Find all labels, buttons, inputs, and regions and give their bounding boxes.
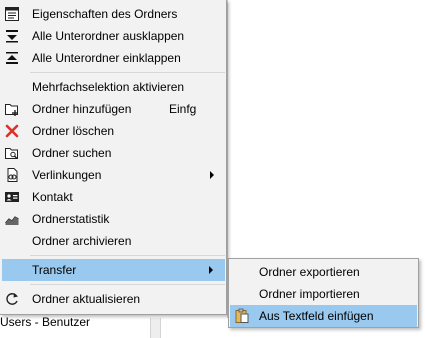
properties-icon xyxy=(4,6,20,22)
context-menu: Eigenschaften des Ordners Alle Unterordn… xyxy=(0,0,227,315)
menu-item-search-folder[interactable]: Ordner suchen xyxy=(0,142,226,164)
menu-item-delete-folder[interactable]: Ordner löschen xyxy=(0,120,226,142)
menu-separator xyxy=(30,255,225,256)
menu-item-label: Verlinkungen xyxy=(32,168,102,182)
menu-item-label: Alle Unterordner einklappen xyxy=(32,51,181,65)
menu-item-label: Ordner löschen xyxy=(32,124,115,138)
menu-item-refresh-folder[interactable]: Ordner aktualisieren xyxy=(0,288,226,310)
add-folder-icon xyxy=(4,101,20,117)
submenu-item-label: Ordner exportieren xyxy=(259,265,360,279)
search-folder-icon xyxy=(4,145,20,161)
menu-item-shortcut: Einfg xyxy=(169,102,197,116)
menu-item-label: Ordner hinzufügen xyxy=(32,102,132,116)
chevron-right-icon xyxy=(209,266,213,274)
menu-item-archive-folder[interactable]: Ordner archivieren xyxy=(0,230,226,252)
menu-item-contact[interactable]: Kontakt xyxy=(0,186,226,208)
menu-item-multiselect[interactable]: Mehrfachselektion aktivieren xyxy=(0,76,226,98)
menu-item-label: Ordnerstatistik xyxy=(32,212,110,226)
collapse-all-icon xyxy=(4,50,20,66)
menu-item-collapse-all[interactable]: Alle Unterordner einklappen xyxy=(0,47,226,69)
screen: Users - Benutzer Eigenschaften des Ordne… xyxy=(0,0,425,338)
menu-item-label: Ordner archivieren xyxy=(32,234,132,248)
menu-item-label: Transfer xyxy=(32,263,77,277)
menu-separator xyxy=(30,72,225,73)
menu-item-label: Kontakt xyxy=(32,190,73,204)
background-scrollbar[interactable] xyxy=(150,318,161,338)
submenu-item-label: Aus Textfeld einfügen xyxy=(259,309,374,323)
submenu-item-import-folder[interactable]: Ordner importieren xyxy=(229,283,418,305)
submenu-item-label: Ordner importieren xyxy=(259,287,360,301)
submenu-item-paste-from-textfield[interactable]: Aus Textfeld einfügen xyxy=(230,305,417,327)
menu-item-label: Ordner aktualisieren xyxy=(32,292,141,306)
menu-item-expand-all[interactable]: Alle Unterordner ausklappen xyxy=(0,25,226,47)
contact-icon xyxy=(4,189,20,205)
statistics-icon xyxy=(4,211,20,227)
paste-icon xyxy=(234,308,250,324)
menu-item-label: Mehrfachselektion aktivieren xyxy=(32,80,185,94)
transfer-submenu: Ordner exportieren Ordner importieren Au… xyxy=(228,258,419,328)
delete-icon xyxy=(4,123,20,139)
expand-all-icon xyxy=(4,28,20,44)
background-tree-item[interactable]: Users - Benutzer xyxy=(0,315,90,329)
menu-item-label: Eigenschaften des Ordners xyxy=(32,7,178,21)
menu-item-label: Ordner suchen xyxy=(32,146,112,160)
chevron-right-icon xyxy=(210,171,214,179)
menu-item-add-folder[interactable]: Ordner hinzufügen Einfg xyxy=(0,98,226,120)
menu-item-transfer[interactable]: Transfer xyxy=(2,259,225,281)
menu-item-folder-properties[interactable]: Eigenschaften des Ordners xyxy=(0,3,226,25)
submenu-item-export-folder[interactable]: Ordner exportieren xyxy=(229,261,418,283)
refresh-icon xyxy=(4,291,20,307)
menu-item-folder-statistics[interactable]: Ordnerstatistik xyxy=(0,208,226,230)
menu-item-links[interactable]: Verlinkungen xyxy=(0,164,226,186)
links-icon xyxy=(4,167,20,183)
menu-separator xyxy=(30,284,225,285)
menu-item-label: Alle Unterordner ausklappen xyxy=(32,29,185,43)
